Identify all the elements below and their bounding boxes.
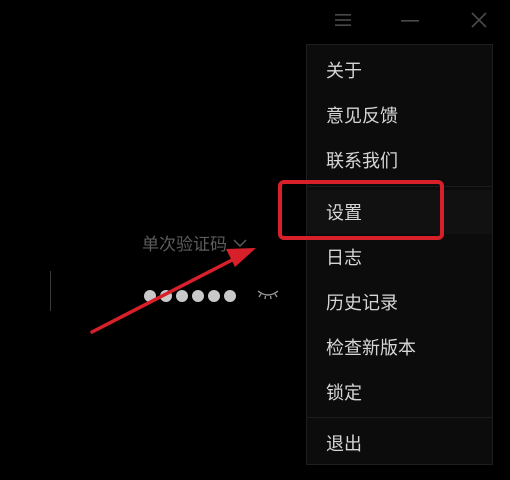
minimize-button[interactable]	[395, 6, 425, 34]
menu-item-label: 检查新版本	[326, 338, 416, 359]
chevron-down-icon	[233, 239, 247, 247]
auth-mode-label: 单次验证码	[142, 235, 227, 255]
menu-item-label: 锁定	[326, 383, 362, 404]
app-window: 单次验证码 关于 意见反馈 联系我们 设置 日志 历史记录 检查新版本 锁定 退…	[0, 0, 510, 480]
code-dot	[160, 290, 172, 302]
divider	[50, 271, 51, 311]
menu-item-label: 联系我们	[326, 151, 398, 172]
menu-button[interactable]	[328, 6, 358, 34]
minimize-icon	[401, 20, 419, 22]
annotation-highlight-box	[278, 180, 444, 240]
code-dot	[208, 290, 220, 302]
menu-divider	[307, 417, 492, 418]
close-icon	[471, 12, 487, 28]
auth-mode-switch[interactable]: 单次验证码	[142, 230, 247, 255]
menu-item-contact[interactable]: 联系我们	[307, 138, 492, 182]
code-dot	[192, 290, 204, 302]
menu-item-feedback[interactable]: 意见反馈	[307, 93, 492, 137]
menu-item-lock[interactable]: 锁定	[307, 370, 492, 414]
menu-item-check-update[interactable]: 检查新版本	[307, 325, 492, 369]
menu-item-about[interactable]: 关于	[307, 48, 492, 92]
visibility-toggle[interactable]	[256, 285, 280, 303]
menu-item-label: 意见反馈	[326, 106, 398, 127]
menu-item-label: 日志	[326, 248, 362, 269]
menu-icon	[335, 14, 351, 26]
verification-code-field[interactable]	[144, 290, 236, 302]
code-dot	[224, 290, 236, 302]
menu-item-exit[interactable]: 退出	[307, 421, 492, 465]
menu-item-history[interactable]: 历史记录	[307, 280, 492, 324]
menu-item-label: 历史记录	[326, 293, 398, 314]
menu-item-label: 关于	[326, 61, 362, 82]
menu-item-logs[interactable]: 日志	[307, 235, 492, 279]
close-button[interactable]	[464, 6, 494, 34]
main-menu-dropdown: 关于 意见反馈 联系我们 设置 日志 历史记录 检查新版本 锁定 退出	[306, 44, 493, 465]
eye-closed-icon	[257, 290, 279, 300]
code-dot	[176, 290, 188, 302]
code-dot	[144, 290, 156, 302]
menu-item-label: 退出	[326, 434, 362, 455]
